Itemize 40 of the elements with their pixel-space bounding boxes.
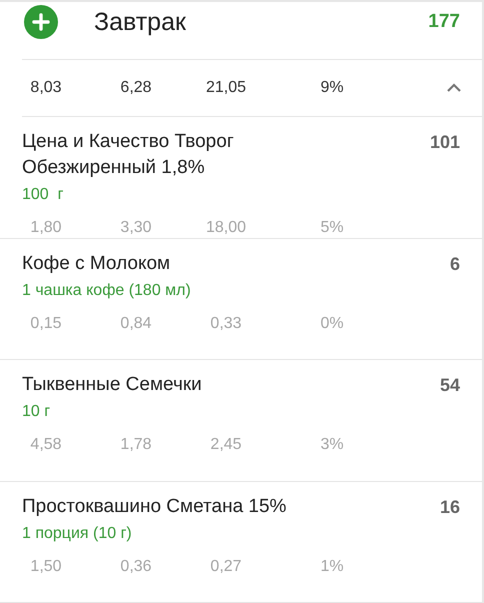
summary-value: 8,03 bbox=[30, 79, 62, 97]
food-value: 0,15 bbox=[30, 314, 62, 332]
summary-value: 9% bbox=[320, 79, 344, 97]
food-value: 0,84 bbox=[120, 314, 152, 332]
food-value: 2,45 bbox=[210, 436, 242, 454]
food-value: 1,80 bbox=[30, 219, 62, 237]
food-value: 0,36 bbox=[120, 558, 152, 576]
food-item[interactable]: Простоквашино Сметана 15% 16 1 порция (10 г) 1,50 0,36 0,27 1% bbox=[0, 482, 482, 603]
food-value: 1,50 bbox=[30, 558, 62, 576]
food-calories: 54 bbox=[440, 374, 460, 397]
food-item[interactable]: Кофе с Молоком 6 1 чашка кофе (180 мл) 0,15 0,84 0,33 0% bbox=[0, 238, 482, 360]
food-value: 18,00 bbox=[206, 219, 246, 237]
food-value: 4,58 bbox=[30, 436, 62, 454]
meal-calories: 177 bbox=[428, 10, 460, 34]
food-name: Тыквенные Семечки bbox=[22, 373, 202, 397]
food-amount: 10 г bbox=[22, 402, 50, 422]
food-calories: 6 bbox=[450, 252, 460, 276]
food-value: 3% bbox=[320, 436, 344, 454]
food-name: Цена и Качество Творог Обезжиренный 1,8% bbox=[22, 130, 235, 180]
food-item[interactable]: Тыквенные Семечки 54 10 г 4,58 1,78 2,45 3% bbox=[0, 360, 482, 482]
food-calories: 101 bbox=[430, 131, 460, 154]
food-value: 3,30 bbox=[120, 219, 152, 237]
food-value: 0,27 bbox=[210, 558, 242, 576]
food-value: 5% bbox=[320, 219, 344, 237]
food-calories: 16 bbox=[440, 496, 460, 518]
food-value: 1,78 bbox=[120, 436, 152, 454]
summary-value: 6,28 bbox=[120, 79, 152, 97]
chevron-icon[interactable] bbox=[446, 83, 462, 93]
food-item[interactable]: Цена и Качество Творог Обезжиренный 1,8% 101 100 г 1,80 3,30 18,00 5% bbox=[0, 117, 482, 238]
add-icon[interactable] bbox=[24, 5, 58, 39]
food-value: 0% bbox=[320, 314, 344, 332]
summary-value: 21,05 bbox=[206, 79, 246, 97]
food-name: Простоквашино Сметана 15% bbox=[22, 494, 286, 518]
food-value: 1% bbox=[320, 558, 344, 576]
meal-title: Завтрак bbox=[94, 7, 187, 38]
food-name: Кофе с Молоком bbox=[22, 252, 170, 276]
food-amount: 1 порция (10 г) bbox=[22, 524, 132, 544]
food-amount: 1 чашка кофе (180 мл) bbox=[22, 280, 191, 300]
food-amount: 100 г bbox=[22, 185, 64, 205]
food-value: 0,33 bbox=[210, 314, 242, 332]
